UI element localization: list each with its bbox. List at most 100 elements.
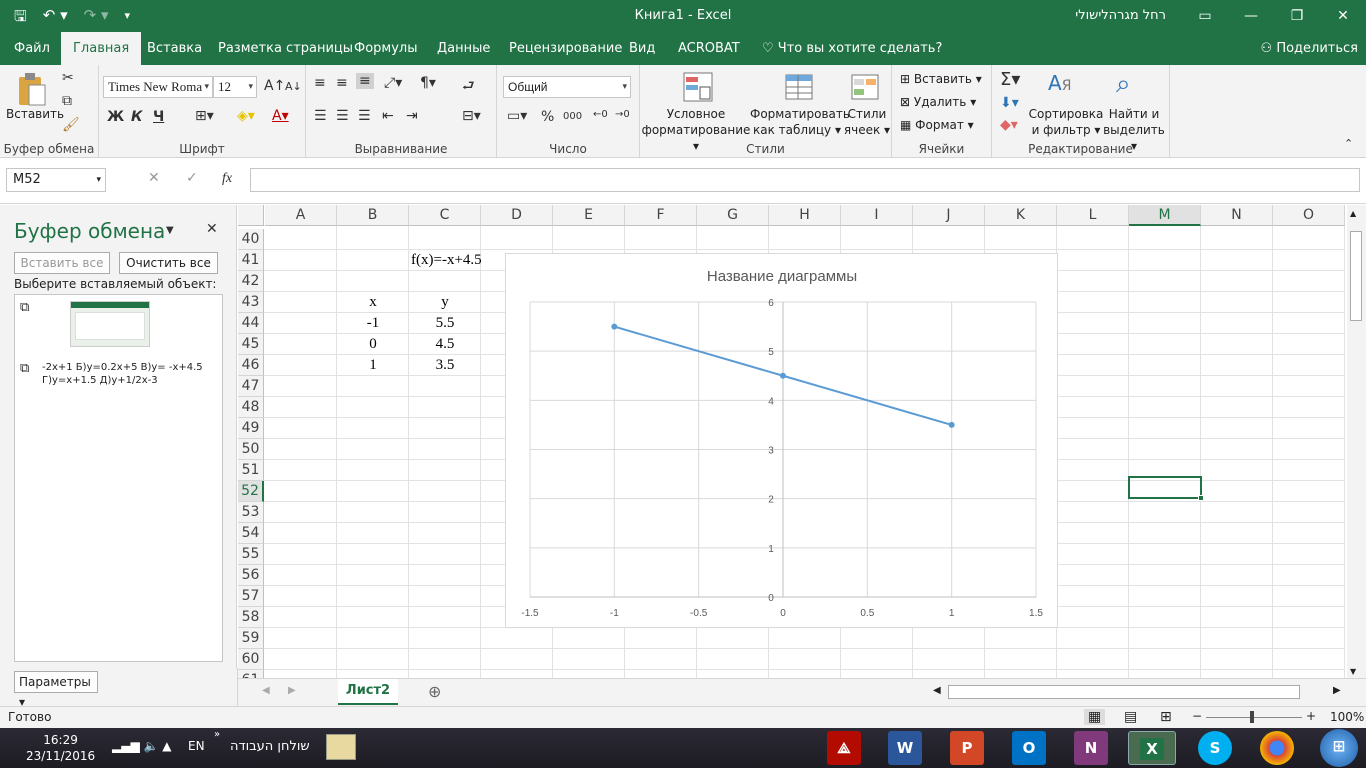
word-icon[interactable]: W [888, 731, 922, 765]
row-header-47[interactable]: 47 [238, 376, 264, 397]
cell-c44[interactable]: 5.5 [409, 313, 481, 334]
row-header-61[interactable]: 61 [238, 670, 264, 678]
user-name[interactable]: רחל מגרהלישולי [1075, 8, 1166, 23]
ribbon-display-icon[interactable]: ▭ [1182, 0, 1228, 32]
row-header-45[interactable]: 45 [238, 334, 264, 355]
font-color-icon[interactable]: A▾ [272, 108, 289, 124]
share-button[interactable]: ⚇ Поделиться [1261, 32, 1358, 65]
clipboard-item-image[interactable] [70, 301, 150, 347]
borders-icon[interactable]: ⊞▾ [195, 108, 214, 124]
column-header-o[interactable]: O [1273, 205, 1345, 226]
tab-view[interactable]: Вид [617, 32, 667, 65]
row-header-55[interactable]: 55 [238, 544, 264, 565]
number-format-select[interactable]: Общий ▾ [503, 76, 631, 98]
enter-icon[interactable]: ✓ [186, 170, 198, 186]
insert-function-icon[interactable]: fx [222, 171, 232, 187]
start-button-icon[interactable]: ⊞ [1320, 729, 1358, 767]
tell-me-search[interactable]: ♡ Что вы хотите сделать? [750, 32, 954, 65]
cell-c43[interactable]: y [409, 292, 481, 313]
column-header-i[interactable]: I [841, 205, 913, 226]
italic-button[interactable]: К [131, 109, 142, 125]
align-left-icon[interactable]: ☰ [314, 108, 327, 124]
cell-c46[interactable]: 3.5 [409, 355, 481, 376]
options-button[interactable]: Параметры ▾ [14, 671, 98, 709]
font-size-select[interactable]: 12 ▾ [213, 76, 257, 98]
cell-styles-icon[interactable] [850, 71, 882, 103]
line-chart[interactable]: Название диаграммы 0 1 2 3 4 5 6 -1.5 -1 -0.5 0 0.5… [505, 253, 1058, 628]
row-header-54[interactable]: 54 [238, 523, 264, 544]
sheet-tab[interactable]: Лист2 [338, 679, 398, 705]
find-select-icon[interactable]: ⌕ [1116, 69, 1148, 101]
taskbar-clock[interactable]: 16:29 23/11/2016 [26, 732, 95, 764]
orientation-icon[interactable]: ⤢▾ [384, 75, 402, 91]
percent-button[interactable]: % [541, 109, 554, 125]
zoom-in-icon[interactable]: + [1306, 709, 1316, 723]
vertical-scrollbar[interactable]: ▲ ▼ [1347, 205, 1366, 678]
column-header-j[interactable]: J [913, 205, 985, 226]
pane-options-icon[interactable]: ▼ [166, 225, 174, 236]
column-header-a[interactable]: A [265, 205, 337, 226]
tray-icons[interactable]: ▂▄▆ 🔈 ▲ [112, 739, 172, 753]
cell-b45[interactable]: 0 [337, 334, 409, 355]
row-header-50[interactable]: 50 [238, 439, 264, 460]
sort-filter-button[interactable]: Сортировка и фильтр ▾ [1028, 106, 1104, 138]
skype-icon[interactable]: S [1198, 731, 1232, 765]
cut-icon[interactable]: ✂ [62, 70, 74, 86]
desktop-expand-icon[interactable]: » [214, 729, 220, 740]
increase-decimal-icon[interactable]: ←0 [593, 109, 608, 120]
delete-cells-button[interactable]: ⊠ Удалить ▾ [900, 95, 976, 109]
tab-acrobat[interactable]: ACROBAT [666, 32, 752, 65]
zoom-out-icon[interactable]: − [1192, 709, 1202, 723]
restore-icon[interactable]: ❐ [1274, 0, 1320, 32]
column-header-c[interactable]: C [409, 205, 481, 226]
column-header-h[interactable]: H [769, 205, 841, 226]
format-as-table-button[interactable]: Форматировать как таблицу ▾ [750, 106, 850, 138]
column-header-k[interactable]: K [985, 205, 1057, 226]
row-header-53[interactable]: 53 [238, 502, 264, 523]
paste-all-button[interactable]: Вставить все [14, 252, 110, 274]
close-pane-icon[interactable]: ✕ [206, 221, 218, 237]
align-center-icon[interactable]: ☰ [336, 108, 349, 124]
column-header-n[interactable]: N [1201, 205, 1273, 226]
merge-cells-icon[interactable]: ⊟▾ [462, 108, 481, 124]
hscroll-right-icon[interactable]: ▶ [1333, 685, 1341, 696]
desktop-shortcut-icon[interactable] [326, 734, 356, 760]
hscroll-left-icon[interactable]: ◀ [933, 685, 941, 696]
data-point[interactable] [611, 323, 618, 330]
underline-button[interactable]: Ч [153, 109, 164, 125]
chrome-icon[interactable] [1260, 731, 1294, 765]
copy-icon[interactable]: ⧉ [62, 93, 72, 109]
zoom-slider-handle[interactable] [1250, 711, 1254, 723]
zoom-level[interactable]: 100% [1330, 710, 1364, 724]
collapse-ribbon-icon[interactable]: ⌃ [1344, 137, 1353, 150]
column-header-l[interactable]: L [1057, 205, 1129, 226]
cell-b46[interactable]: 1 [337, 355, 409, 376]
language-indicator[interactable]: EN [188, 739, 205, 753]
onenote-icon[interactable]: N [1074, 731, 1108, 765]
outlook-icon[interactable]: O [1012, 731, 1046, 765]
column-header-b[interactable]: B [337, 205, 409, 226]
row-header-43[interactable]: 43 [238, 292, 264, 313]
tab-insert[interactable]: Вставка [135, 32, 214, 65]
clipboard-item-text[interactable]: -2x+1 Б)y=0.2x+5 В)y= -x+4.5 Г)y=x+1.5 Д… [42, 361, 222, 387]
desktop-toolbar[interactable]: שולחן העבודה [230, 739, 310, 754]
format-painter-icon[interactable]: 🖌 [62, 117, 80, 133]
bold-button[interactable]: Ж [107, 109, 124, 125]
tab-file[interactable]: Файл [2, 32, 62, 65]
data-point[interactable] [948, 421, 955, 428]
insert-cells-button[interactable]: ⊞ Вставить ▾ [900, 72, 982, 86]
tab-review[interactable]: Рецензирование [497, 32, 634, 65]
clear-all-button[interactable]: Очистить все [119, 252, 218, 274]
tab-formulas[interactable]: Формулы [342, 32, 429, 65]
column-header-m[interactable]: M [1129, 205, 1201, 226]
font-family-select[interactable]: Times New Roma ▾ [103, 76, 213, 98]
row-header-41[interactable]: 41 [238, 250, 264, 271]
cell-c41[interactable]: f(x)=-x+4.5 [409, 250, 499, 271]
align-right-icon[interactable]: ☰ [358, 108, 371, 124]
acrobat-icon[interactable]: ⟁ [827, 731, 861, 765]
cancel-icon[interactable]: ✕ [148, 170, 160, 186]
shrink-font-icon[interactable]: A↓ [285, 80, 302, 93]
tab-home[interactable]: Главная [61, 32, 142, 65]
fill-color-icon[interactable]: ◈▾ [237, 108, 255, 124]
thousands-button[interactable]: 000 [563, 111, 582, 122]
